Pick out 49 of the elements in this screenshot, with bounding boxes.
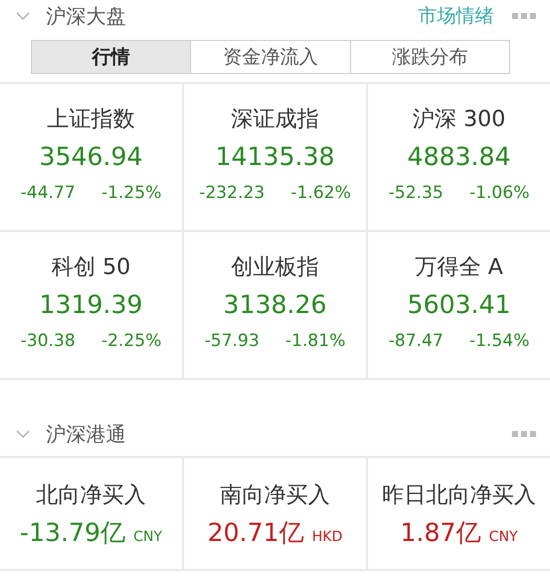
change-percent: -1.25%: [101, 183, 162, 203]
index-value: 1319.39: [39, 290, 143, 319]
index-card[interactable]: 上证指数 3546.94 -44.77 -1.25%: [0, 84, 182, 230]
change-percent: -1.06%: [469, 183, 530, 203]
change-percent: -1.81%: [285, 331, 346, 351]
flow-name: 昨日北向净买入: [382, 482, 536, 510]
chevron-down-icon[interactable]: [16, 12, 30, 20]
change-value: -232.23: [199, 183, 265, 203]
currency-label: CNY: [133, 529, 162, 545]
change-percent: -1.54%: [469, 331, 530, 351]
section-title: 沪深大盘: [46, 2, 126, 30]
index-card[interactable]: 深证成指 14135.38 -232.23 -1.62%: [184, 84, 366, 230]
change-value: -52.35: [388, 183, 444, 203]
change-value: -44.77: [20, 183, 76, 203]
index-card[interactable]: 科创 50 1319.39 -30.38 -2.25%: [0, 232, 182, 378]
flow-value: 1.87亿: [400, 517, 481, 549]
index-name: 创业板指: [231, 254, 319, 282]
index-value: 3138.26: [223, 290, 327, 319]
index-name: 科创 50: [52, 254, 130, 282]
change-value: -30.38: [20, 331, 76, 351]
index-name: 沪深 300: [412, 106, 506, 134]
index-card[interactable]: 沪深 300 4883.84 -52.35 -1.06%: [368, 84, 550, 230]
flow-card[interactable]: 昨日北向净买入 1.87亿 CNY: [368, 458, 550, 569]
index-card[interactable]: 万得全 A 5603.41 -87.47 -1.54%: [368, 232, 550, 378]
change-value: -57.93: [204, 331, 260, 351]
index-value: 4883.84: [407, 142, 511, 171]
flow-value: 20.71亿: [207, 517, 304, 549]
flow-card[interactable]: 南向净买入 20.71亿 HKD: [184, 458, 366, 569]
flow-value: -13.79亿: [20, 517, 126, 549]
flow-card[interactable]: 北向净买入 -13.79亿 CNY: [0, 458, 182, 569]
index-name: 上证指数: [47, 106, 135, 134]
more-icon[interactable]: [512, 431, 536, 437]
section-title: 沪深港通: [46, 420, 126, 448]
index-name: 万得全 A: [414, 254, 504, 282]
index-card[interactable]: 创业板指 3138.26 -57.93 -1.81%: [184, 232, 366, 378]
chevron-down-icon[interactable]: [16, 430, 30, 438]
more-icon[interactable]: [512, 13, 536, 19]
change-value: -87.47: [388, 331, 444, 351]
currency-label: HKD: [312, 529, 343, 545]
change-percent: -1.62%: [290, 183, 351, 203]
flow-name: 北向净买入: [36, 482, 146, 510]
currency-label: CNY: [488, 529, 518, 545]
index-name: 深证成指: [231, 106, 319, 134]
tab[interactable]: 行情: [32, 41, 190, 73]
flow-name: 南向净买入: [220, 482, 330, 510]
change-percent: -2.25%: [101, 331, 162, 351]
index-value: 5603.41: [407, 290, 511, 319]
index-value: 14135.38: [215, 142, 335, 171]
index-value: 3546.94: [39, 142, 143, 171]
